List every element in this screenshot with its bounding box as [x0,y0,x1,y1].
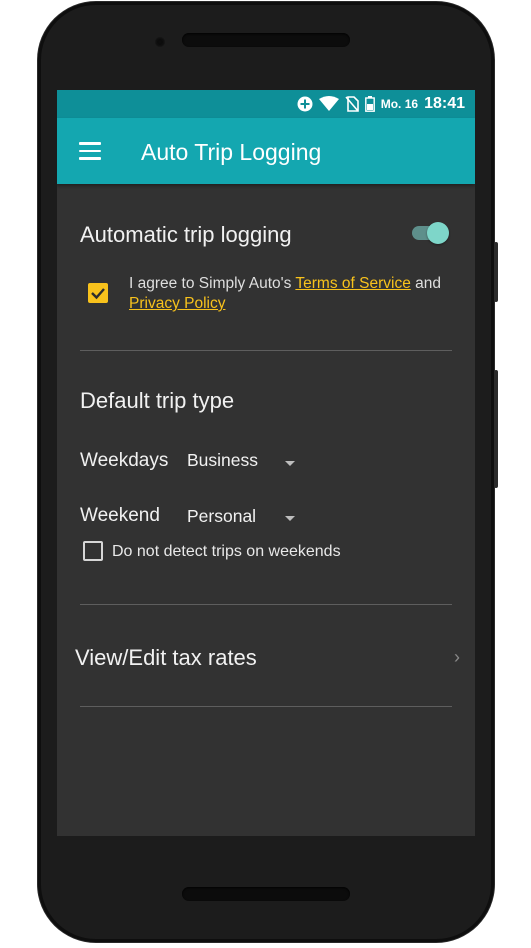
weekdays-label: Weekdays [80,450,169,471]
checkmark-icon [91,288,105,300]
weekend-option-label: Do not detect trips on weekends [112,543,341,560]
divider-1 [80,350,452,351]
data-saver-icon [297,96,313,112]
weekend-checkbox[interactable] [83,541,103,561]
terms-checkbox[interactable] [88,283,108,303]
divider-2 [80,604,452,605]
weekend-label: Weekend [80,505,160,526]
wifi-icon [318,96,339,111]
front-camera [154,36,166,48]
volume-button [494,370,498,488]
weekend-value: Personal [187,506,257,526]
bottom-speaker [182,887,350,901]
app-toolbar: Auto Trip Logging [57,118,475,184]
divider-3 [80,706,452,707]
default-trip-heading: Default trip type [80,388,235,413]
phone-frame: Mo. 16 18:41 Auto Trip Logging Automatic… [38,2,498,942]
tax-rates-label: View/Edit tax rates [75,645,257,670]
screen: Mo. 16 18:41 Auto Trip Logging Automatic… [57,90,475,836]
dropdown-arrow-icon [285,516,295,521]
status-bar: Mo. 16 18:41 [57,90,475,118]
status-time: 18:41 [424,95,465,112]
terms-text: I agree to Simply Auto's Terms of Servic… [129,274,459,314]
toolbar-title: Auto Trip Logging [141,139,322,165]
no-sim-icon [345,96,359,112]
terms-of-service-link[interactable]: Terms of Service [295,275,410,292]
power-button [494,242,498,302]
top-speaker [182,33,350,47]
terms-text-prefix: I agree to Simply Auto's [129,275,296,292]
battery-icon [364,96,375,112]
status-date: Mo. 16 [380,97,419,111]
dropdown-arrow-icon [285,461,295,466]
auto-logging-label: Automatic trip logging [80,222,292,247]
terms-text-middle: and [410,275,441,292]
hamburger-menu-icon[interactable] [79,142,101,160]
weekdays-value: Business [187,450,259,470]
privacy-policy-link[interactable]: Privacy Policy [129,295,225,312]
toggle-thumb [427,222,449,244]
chevron-right-icon: › [454,647,460,667]
